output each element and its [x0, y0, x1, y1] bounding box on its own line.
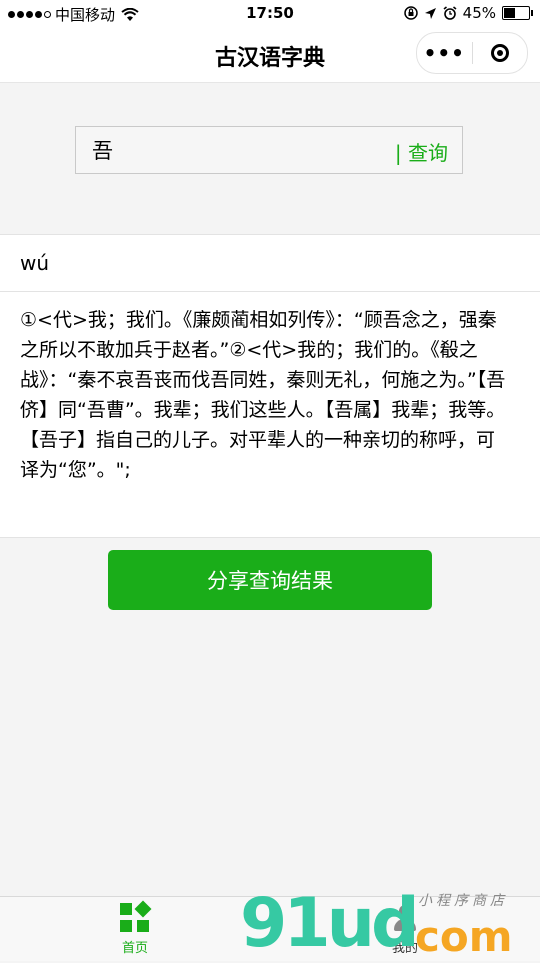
close-icon [490, 44, 509, 62]
alarm-icon [443, 6, 457, 20]
status-right: 45% [403, 4, 533, 22]
rotation-lock-icon [403, 6, 418, 20]
result-panel: wú ①<代>我；我们。《廉颇蔺相如列传》：“顾吾念之，强秦之所以不敢加兵于赵者… [0, 234, 540, 538]
share-result-button[interactable]: 分享查询结果 [108, 550, 432, 610]
location-icon [424, 7, 436, 19]
battery-percent: 45% [462, 4, 496, 22]
more-icon[interactable]: ••• [417, 41, 472, 65]
mini-program-capsule: ••• [416, 32, 528, 74]
battery-icon [502, 6, 533, 20]
pinyin-text: wú [20, 251, 50, 275]
battery-fill [504, 8, 515, 18]
status-bar: 中国移动 17:50 45% [0, 0, 540, 28]
nav-bar: 古汉语字典 ••• [0, 28, 540, 83]
tab-bar: 首页 我的 [0, 896, 540, 961]
tab-mine[interactable]: 我的 [355, 903, 455, 956]
home-icon [120, 900, 152, 933]
search-box: 吾 | 查询 [75, 126, 463, 174]
user-icon [390, 903, 420, 933]
search-button[interactable]: | 查询 [395, 137, 448, 166]
result-divider [0, 291, 540, 292]
tab-home-label: 首页 [121, 941, 148, 956]
tab-mine-label: 我的 [391, 941, 418, 956]
close-button[interactable] [473, 44, 528, 62]
tab-home[interactable]: 首页 [85, 900, 185, 956]
search-input[interactable]: 吾 [92, 135, 113, 165]
definition-text: ①<代>我；我们。《廉颇蔺相如列传》：“顾吾念之，强秦之所以不敢加兵于赵者。”②… [20, 309, 506, 481]
